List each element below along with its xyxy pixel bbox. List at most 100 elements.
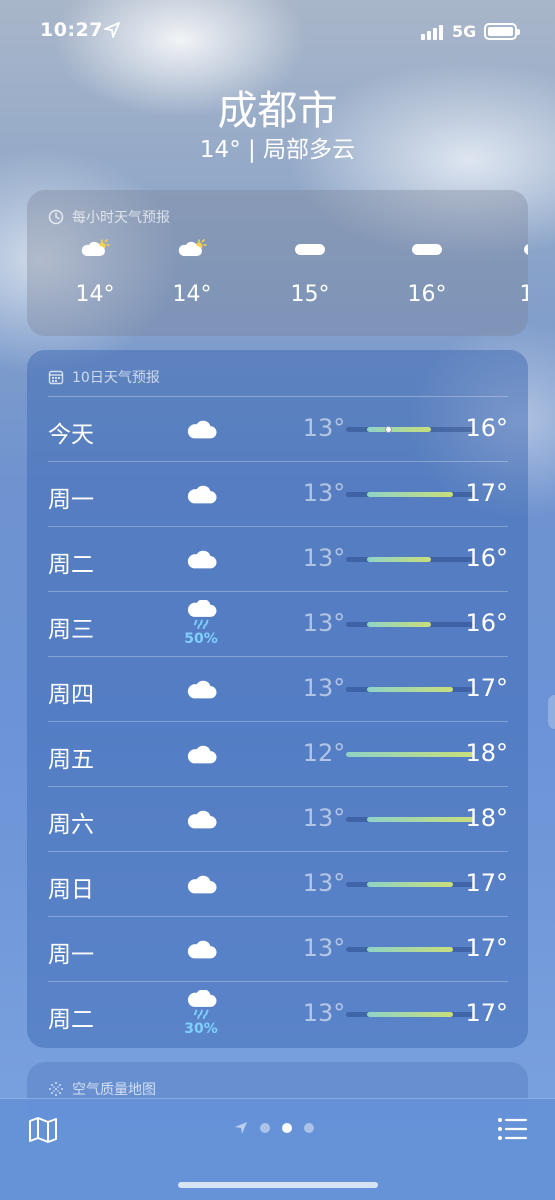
list-icon[interactable] [497,1116,527,1142]
day-label: 周三 [48,617,94,643]
rain-cloud-icon [185,989,217,1020]
row-divider [48,526,508,527]
low-temp: 13° [302,479,346,507]
row-divider [48,851,508,852]
high-temp: 17° [465,479,508,507]
hourly-temp: 16° [519,282,529,307]
low-temp: 12° [302,739,346,767]
rain-cloud-icon [185,599,217,630]
current-conditions: 14° | 局部多云 [199,137,356,163]
day-label: 周五 [48,747,94,773]
side-handle [548,695,555,729]
low-temp: 13° [302,414,346,442]
temp-range-fill [367,882,453,887]
low-temp: 13° [302,609,346,637]
cloud-icon [185,548,217,570]
forecast-row[interactable]: 周一 13° 17° [48,461,508,526]
row-divider [48,461,508,462]
partly-cloudy-icon [60,234,130,264]
forecast-row[interactable]: 周三 50% 13° 16° [48,591,508,656]
forecast-row[interactable]: 周四 13° 17° [48,656,508,721]
forecast-row[interactable]: 周一 13° 17° [48,916,508,981]
page-dot [260,1123,270,1133]
temp-range-fill [367,557,432,562]
temp-range-fill [367,492,453,497]
high-temp: 17° [465,999,508,1027]
temp-range-bar [346,557,474,562]
temp-range-bar [346,426,474,433]
temp-range-bar [346,492,474,497]
row-divider [48,396,508,397]
clock-icon [48,209,64,225]
page-dot-active [282,1123,292,1133]
cloud-icon [185,483,217,505]
temp-range-bar [346,1012,474,1017]
row-divider [48,721,508,722]
weather-icon-cell [166,916,236,981]
row-divider [48,656,508,657]
cloud-icon [185,418,217,440]
temp-range-bar [346,817,474,822]
low-temp: 13° [302,999,346,1027]
low-temp: 13° [302,804,346,832]
row-divider [48,786,508,787]
day-label: 周一 [48,942,94,968]
low-temp: 13° [302,934,346,962]
hourly-temp: 15° [290,282,330,307]
daily-title: 10日天气预报 [72,370,160,386]
forecast-row[interactable]: 周六 13° 18° [48,786,508,851]
home-indicator[interactable] [178,1182,378,1188]
page-indicator[interactable] [234,1121,314,1135]
weather-icon-cell [166,851,236,916]
battery-icon [484,23,520,40]
hourly-forecast-card[interactable]: 每小时天气预报 14° 14° 15° 16° 16° [27,190,528,336]
hourly-item: 14° [157,234,227,307]
ten-day-forecast-card[interactable]: 10日天气预报 今天 13° 16° 周一 13° 17° 周二 13° 16° 周三 50% 13°… [27,350,528,1048]
high-temp: 16° [465,414,508,442]
cloud-icon [185,873,217,895]
low-temp: 13° [302,544,346,572]
temp-range-bar [346,882,474,887]
day-label: 周二 [48,552,94,578]
day-label: 周六 [48,812,94,838]
temp-range-fill [367,427,432,432]
day-label: 周四 [48,682,94,708]
temp-range-fill [346,752,474,757]
cloud-icon [275,234,345,264]
temp-range-fill [367,1012,453,1017]
weather-icon-cell [166,721,236,786]
temp-range-bar [346,687,474,692]
forecast-row[interactable]: 周日 13° 17° [48,851,508,916]
hourly-item: 16° [504,234,528,307]
forecast-row[interactable]: 周五 12° 18° [48,721,508,786]
cloud-icon [185,808,217,830]
day-label: 今天 [48,422,94,448]
low-temp: 13° [302,674,346,702]
forecast-row[interactable]: 周二 13° 16° [48,526,508,591]
day-label: 周日 [48,877,94,903]
high-temp: 18° [465,739,508,767]
location-arrow-icon [104,22,120,38]
air-quality-header: 空气质量地图 [48,1079,156,1099]
hourly-item: 14° [60,234,130,307]
cloud-icon [185,743,217,765]
precip-chance: 50% [184,631,218,647]
forecast-row[interactable]: 今天 13° 16° [48,396,508,461]
air-quality-icon [49,1082,63,1096]
hourly-item: 15° [275,234,345,307]
temp-range-fill [367,947,453,952]
cloud-icon [392,234,462,264]
map-icon[interactable] [28,1116,58,1144]
low-temp: 13° [302,869,346,897]
weather-icon-cell: 30% [166,981,236,1046]
temp-range-fill [367,687,453,692]
hourly-temp: 14° [172,282,212,307]
row-divider [48,591,508,592]
hourly-title: 每小时天气预报 [72,210,170,226]
hourly-temp: 14° [75,282,115,307]
daily-header: 10日天气预报 [48,367,160,387]
forecast-row[interactable]: 周二 30% 13° 17° [48,981,508,1046]
weather-icon-cell [166,396,236,461]
location-arrow-icon [235,1122,247,1134]
temp-range-bar [346,947,474,952]
